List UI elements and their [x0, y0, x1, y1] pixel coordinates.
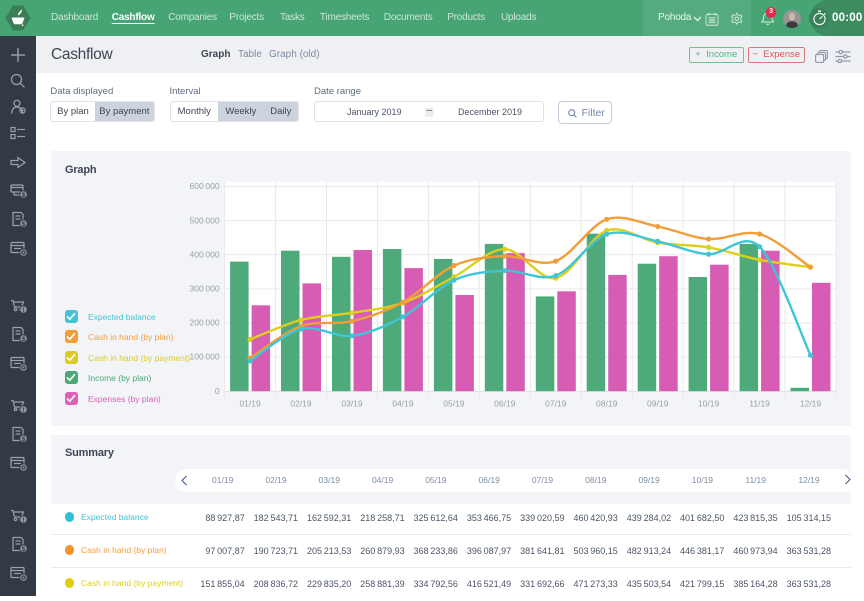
svg-text:100 000: 100 000	[190, 352, 220, 362]
svg-text:500 000: 500 000	[190, 215, 220, 225]
svg-text:09/19: 09/19	[647, 399, 669, 409]
svg-text:04/19: 04/19	[392, 399, 414, 409]
svg-text:300 000: 300 000	[190, 284, 220, 294]
svg-text:200 000: 200 000	[190, 318, 220, 328]
svg-text:01/19: 01/19	[239, 399, 261, 409]
svg-text:400 000: 400 000	[190, 249, 220, 259]
svg-text:10/19: 10/19	[698, 399, 720, 409]
svg-text:!: !	[22, 517, 24, 524]
svg-text:$: $	[22, 546, 26, 553]
svg-text:02/19: 02/19	[290, 399, 312, 409]
svg-text:08/19: 08/19	[596, 399, 618, 409]
svg-text:05/19: 05/19	[443, 399, 465, 409]
svg-text:$: $	[22, 436, 26, 443]
svg-text:06/19: 06/19	[494, 399, 516, 409]
svg-text:0: 0	[215, 386, 220, 396]
svg-text:600 000: 600 000	[190, 181, 220, 191]
svg-text:12/19: 12/19	[800, 399, 822, 409]
svg-text:11/19: 11/19	[749, 399, 770, 409]
svg-text:03/19: 03/19	[341, 399, 363, 409]
svg-text:07/19: 07/19	[545, 399, 567, 409]
